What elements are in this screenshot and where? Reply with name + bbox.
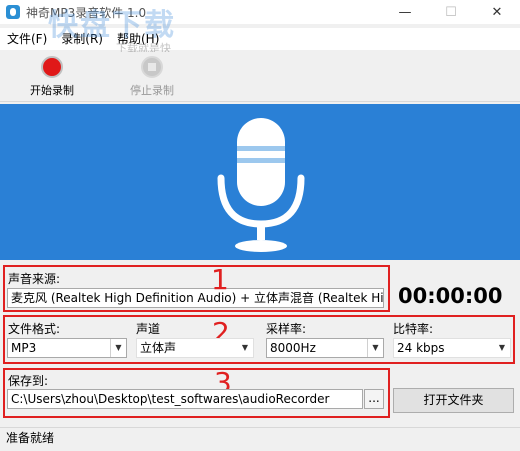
menu-record[interactable]: 录制(R) bbox=[54, 28, 110, 50]
channel-select[interactable]: 立体声 ▼ bbox=[136, 338, 254, 358]
chevron-down-icon: ▼ bbox=[367, 339, 383, 357]
status-text: 准备就绪 bbox=[6, 431, 55, 445]
close-button[interactable]: ✕ bbox=[474, 0, 520, 24]
stop-record-label: 停止录制 bbox=[130, 84, 174, 97]
window-title: 神奇MP3录音软件 1.0 bbox=[26, 5, 147, 20]
bitrate-value: 24 kbps bbox=[397, 341, 445, 355]
microphone-banner bbox=[0, 104, 520, 260]
samplerate-value: 8000Hz bbox=[270, 341, 316, 355]
format-select[interactable]: MP3 ▼ bbox=[7, 338, 127, 358]
channel-value: 立体声 bbox=[140, 341, 177, 355]
bitrate-select[interactable]: 24 kbps ▼ bbox=[393, 338, 511, 358]
chevron-down-icon: ▼ bbox=[110, 339, 126, 357]
start-record-label: 开始录制 bbox=[30, 84, 74, 97]
channel-label: 声道 bbox=[136, 322, 161, 336]
maximize-button[interactable]: ☐ bbox=[428, 0, 474, 24]
microphone-icon bbox=[217, 118, 305, 252]
app-icon bbox=[6, 5, 20, 19]
annotation-number-1: 1 bbox=[211, 263, 229, 296]
browse-button[interactable]: ... bbox=[364, 389, 384, 409]
menu-bar: 文件(F) 录制(R) 帮助(H) bbox=[0, 28, 520, 50]
format-value: MP3 bbox=[11, 341, 37, 355]
save-path-field[interactable]: C:\Users\zhou\Desktop\test_softwares\aud… bbox=[7, 389, 363, 409]
chevron-down-icon: ▼ bbox=[241, 343, 249, 352]
status-bar: 准备就绪 bbox=[0, 427, 520, 451]
stop-record-button[interactable]: 停止录制 bbox=[107, 56, 197, 100]
toolbar: 开始录制 停止录制 bbox=[0, 52, 520, 102]
stop-icon bbox=[141, 56, 163, 78]
open-folder-button[interactable]: 打开文件夹 bbox=[393, 388, 514, 413]
samplerate-label: 采样率: bbox=[266, 322, 307, 336]
title-bar: 神奇MP3录音软件 1.0 — ☐ ✕ bbox=[0, 0, 520, 24]
record-timer: 00:00:00 bbox=[398, 284, 503, 308]
menu-file[interactable]: 文件(F) bbox=[0, 28, 54, 50]
window-controls: — ☐ ✕ bbox=[382, 0, 520, 24]
minimize-button[interactable]: — bbox=[382, 0, 428, 24]
bitrate-label: 比特率: bbox=[393, 322, 434, 336]
menu-help[interactable]: 帮助(H) bbox=[110, 28, 166, 50]
chevron-down-icon: ▼ bbox=[498, 343, 506, 352]
start-record-button[interactable]: 开始录制 bbox=[7, 56, 97, 100]
annotation-box-1 bbox=[3, 265, 390, 312]
save-label: 保存到: bbox=[8, 374, 49, 388]
format-label: 文件格式: bbox=[8, 322, 61, 336]
samplerate-select[interactable]: 8000Hz ▼ bbox=[266, 338, 384, 358]
record-icon bbox=[41, 56, 63, 78]
